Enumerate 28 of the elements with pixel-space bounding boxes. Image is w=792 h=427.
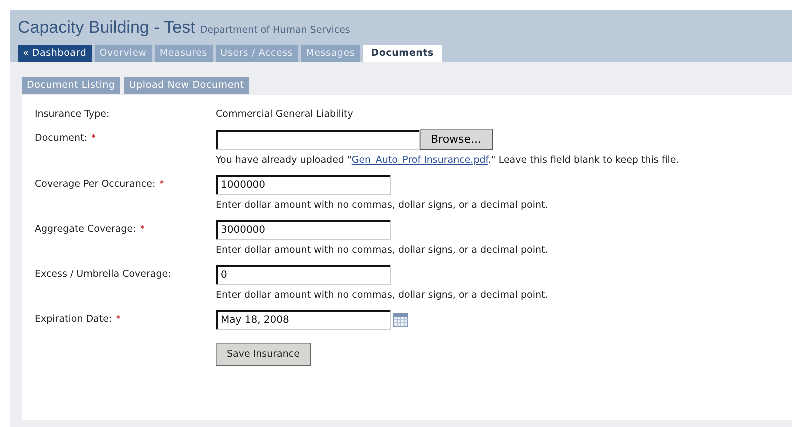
field-hint: Enter dollar amount with no commas, dollar signs, or a decimal point. [216, 200, 548, 211]
field-hint: Enter dollar amount with no commas, dollar signs, or a decimal point. [216, 245, 548, 256]
file-field[interactable] [216, 130, 420, 150]
nav-tab[interactable]: Documents [363, 45, 442, 62]
upload-note: You have already uploaded "Gen_Auto_Prof Insurance.pdf." Leave this field blank to keep this file. [216, 155, 680, 166]
field-label: Insurance Type: [35, 109, 110, 120]
required-mark: * [160, 179, 164, 192]
field-label: Expiration Date: [35, 314, 112, 327]
file-link[interactable]: Gen_Auto_Prof Insurance.pdf [352, 155, 488, 166]
required-mark: * [91, 133, 96, 146]
required-mark: * [140, 224, 146, 237]
insurance-type-value: Commercial General Liability [216, 108, 354, 120]
department-name: Department of Human Services [200, 25, 350, 36]
field-label: Coverage Per Occurance: [35, 179, 156, 192]
calendar-icon[interactable] [393, 312, 409, 328]
input-field[interactable]: 0 [216, 265, 391, 285]
back-link[interactable]: « Dashboard [18, 45, 92, 62]
required-mark: * [116, 314, 121, 327]
field-label: Aggregate Coverage: [35, 224, 136, 237]
browse-button[interactable]: Browse... [420, 129, 493, 150]
input-field[interactable]: May 18, 2008 [216, 310, 391, 330]
field-label: Document: [35, 133, 88, 146]
app-title: Capacity Building - Test [18, 18, 196, 38]
input-field[interactable]: 1000000 [216, 175, 391, 195]
save-button[interactable]: Save Insurance [216, 343, 311, 366]
field-label: Excess / Umbrella Coverage: [35, 269, 172, 282]
input-field[interactable]: 3000000 [216, 220, 391, 240]
field-hint: Enter dollar amount with no commas, dollar signs, or a decimal point. [216, 290, 548, 301]
